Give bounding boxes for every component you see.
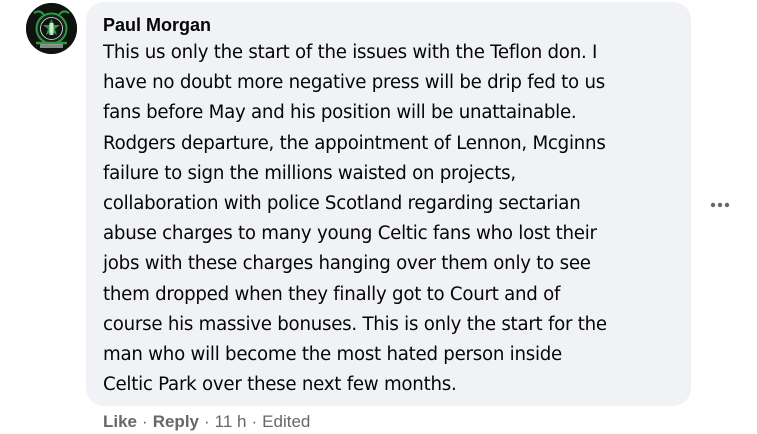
comment-text-line: fans before May and his position will be… — [103, 102, 577, 124]
comment: Paul Morgan This us only the start of th… — [0, 0, 757, 432]
celtic-crest-icon — [26, 3, 77, 54]
comment-actions: Like · Reply · 11 h · Edited — [103, 410, 310, 434]
comment-author[interactable]: Paul Morgan — [103, 15, 679, 35]
comment-timestamp[interactable]: 11 h — [215, 412, 247, 432]
reply-button[interactable]: Reply — [153, 412, 199, 432]
comment-text-line: them dropped when they finally got to Co… — [103, 283, 561, 305]
separator-dot: · — [142, 412, 148, 431]
comment-text-line: course his massive bonuses. This is only… — [103, 313, 607, 335]
like-button[interactable]: Like — [103, 412, 137, 432]
edited-label[interactable]: Edited — [262, 412, 310, 432]
avatar[interactable] — [26, 3, 77, 54]
comment-text-line: failure to sign the millions waisted on … — [103, 162, 516, 184]
comment-text-line: collaboration with police Scotland regar… — [103, 193, 581, 215]
comment-text-line: have no doubt more negative press will b… — [103, 72, 605, 94]
comment-text-line: man who will become the most hated perso… — [103, 344, 562, 366]
comment-text-line: This us only the start of the issues wit… — [103, 42, 598, 63]
comment-text-line: abuse charges to many young Celtic fans … — [103, 223, 597, 245]
comment-text-line: Celtic Park over these next few months. — [103, 374, 457, 396]
separator-dot: · — [204, 412, 210, 431]
separator-dot: · — [251, 412, 258, 431]
more-options-button[interactable] — [705, 190, 735, 220]
comment-text: This us only the start of the issues wit… — [103, 38, 679, 400]
comment-bubble: Paul Morgan This us only the start of th… — [86, 2, 691, 406]
comment-text-line: jobs with these charges hanging over the… — [103, 253, 591, 275]
more-horizontal-icon — [710, 202, 730, 208]
comment-text-line: Rodgers departure, the appointment of Le… — [103, 132, 606, 154]
